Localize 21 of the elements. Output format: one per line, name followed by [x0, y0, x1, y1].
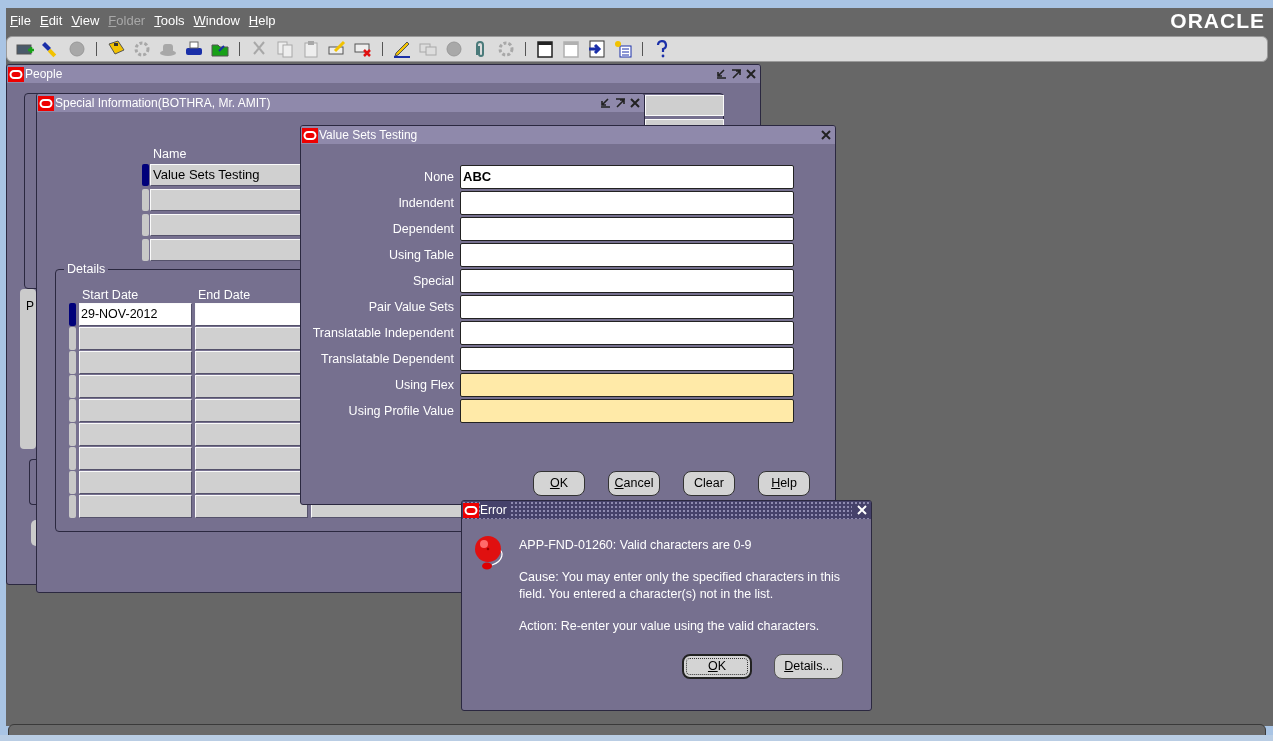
field-label: Indendent	[397, 195, 454, 212]
window-title: People	[25, 66, 63, 82]
error-cause: Cause: You may enter only the specified characters in this field. You entered a character(s) not in the list.	[519, 569, 841, 603]
field-label: Pair Value Sets	[367, 299, 454, 316]
column-header: Start Date	[81, 288, 140, 302]
window-title: Error	[480, 502, 511, 518]
error-action: Action: Re-enter your value using the valid characters.	[519, 618, 821, 635]
oracle-logo: ORACLE	[1170, 8, 1265, 34]
field-label: None	[423, 169, 454, 186]
window-title: Special Information(BOTHRA, Mr. AMIT)	[55, 95, 271, 111]
column-header: Name	[153, 147, 188, 161]
field-label: Special	[412, 273, 454, 290]
window-title: Value Sets Testing	[319, 127, 418, 143]
field-label: Dependent	[391, 221, 454, 238]
error-message: APP-FND-01260: Valid characters are 0-9	[519, 537, 753, 554]
field-label: Using Table	[387, 247, 454, 264]
field-label: Using Profile Value	[347, 403, 454, 420]
field-label: Translatable Dependent	[320, 351, 454, 368]
column-header: End Date	[197, 288, 252, 302]
field-label: Translatable Independent	[311, 325, 454, 342]
field-label: Using Flex	[393, 377, 454, 394]
